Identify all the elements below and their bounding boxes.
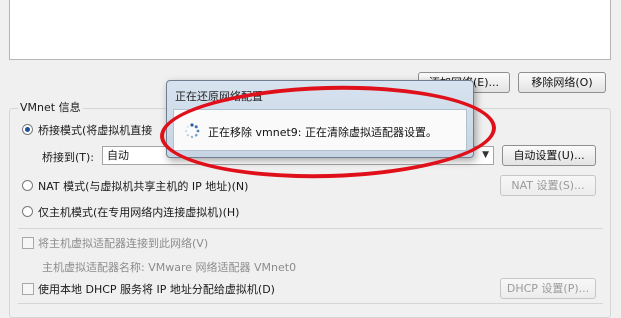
network-list[interactable] (9, 0, 611, 60)
vmnet-info-title: VMnet 信息 (18, 99, 83, 115)
nat-settings-button[interactable]: NAT 设置(S)... (500, 175, 596, 196)
bridge-to-value: 自动 (107, 149, 129, 162)
host-only-radio[interactable] (22, 206, 33, 217)
dhcp-settings-button[interactable]: DHCP 设置(P)... (500, 278, 596, 299)
host-only-label: 仅主机模式(在专用网络内连接虚拟机)(H) (38, 206, 240, 219)
bridge-mode-radio[interactable] (22, 124, 33, 135)
remove-network-button[interactable]: 移除网络(O) (518, 72, 606, 93)
auto-settings-button[interactable]: 自动设置(U)... (502, 145, 596, 166)
connect-host-adapter-checkbox[interactable] (22, 237, 34, 249)
divider (18, 303, 603, 304)
host-adapter-name: 主机虚拟适配器名称: VMware 网络适配器 VMnet0 (42, 261, 297, 274)
divider (18, 228, 603, 229)
connect-host-adapter-label: 将主机虚拟适配器连接到此网络(V) (38, 237, 209, 250)
nat-mode-radio[interactable] (22, 180, 33, 191)
nat-mode-label: NAT 模式(与虚拟机共享主机的 IP 地址)(N) (38, 180, 249, 193)
use-dhcp-checkbox[interactable] (22, 283, 34, 295)
bridge-mode-label: 桥接模式(将虚拟机直接 (38, 124, 153, 137)
use-dhcp-label: 使用本地 DHCP 服务将 IP 地址分配给虚拟机(D) (38, 283, 275, 296)
chevron-down-icon: ▼ (482, 150, 489, 160)
bridge-to-label: 桥接到(T): (42, 151, 95, 164)
